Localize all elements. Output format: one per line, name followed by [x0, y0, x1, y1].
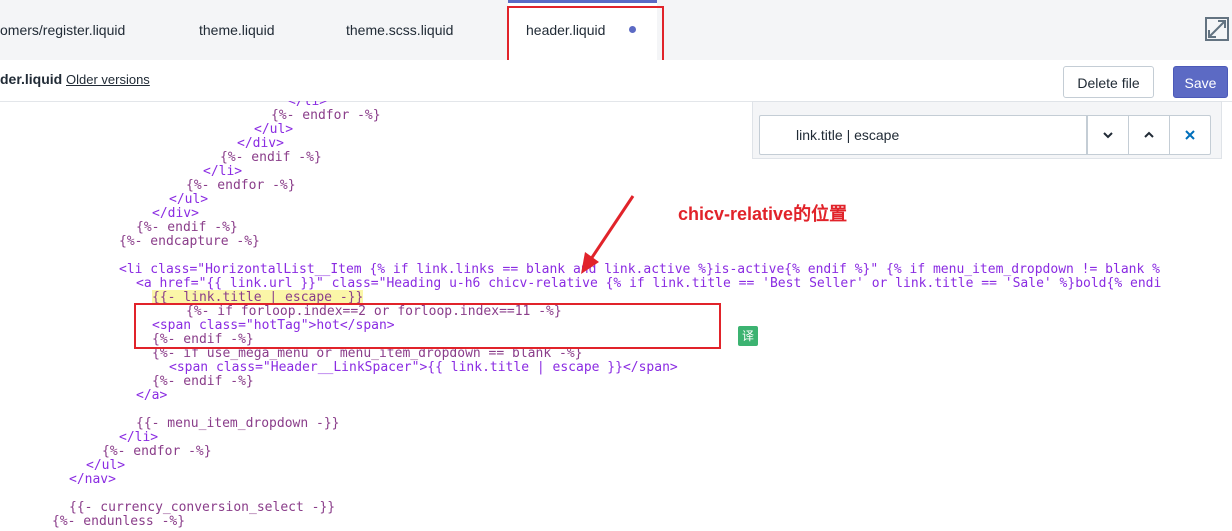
code-line: {%- endif -%}: [152, 374, 254, 389]
find-next-button[interactable]: [1087, 115, 1129, 155]
code-line: </ul>: [86, 458, 126, 473]
code-line: <span class="Header__LinkSpacer">{{ link…: [169, 360, 678, 375]
code-line: <a href="{{ link.url }}" class="Heading …: [136, 276, 1162, 291]
code-line: {%- endfor -%}: [102, 444, 212, 459]
code-line: {%- if use_mega_menu or menu_item_dropdo…: [152, 346, 583, 361]
chevron-up-icon: [1144, 131, 1154, 138]
save-button[interactable]: Save: [1173, 66, 1228, 98]
tab-register-liquid[interactable]: omers/register.liquid: [0, 0, 125, 60]
expand-icon[interactable]: [1205, 17, 1229, 41]
code-line: </div>: [237, 136, 284, 151]
file-toolbar: [0, 60, 1232, 102]
code-line: </li>: [119, 430, 159, 445]
code-line: </div>: [152, 206, 199, 221]
code-line: </ul>: [169, 192, 209, 207]
code-line: </li>: [203, 164, 243, 179]
find-panel: link.title | escape: [752, 101, 1222, 159]
code-line: {%- endfor -%}: [186, 178, 296, 193]
code-line: </a>: [136, 388, 168, 403]
annotation-arrow-icon: [581, 195, 635, 274]
tab-theme-scss-liquid[interactable]: theme.scss.liquid: [346, 0, 453, 60]
code-line: {%- endunless -%}: [52, 514, 186, 529]
search-input[interactable]: link.title | escape: [759, 115, 1087, 155]
close-find-button[interactable]: [1169, 115, 1211, 155]
older-versions-link[interactable]: Older versions: [66, 72, 150, 87]
translate-badge[interactable]: 译: [738, 326, 758, 346]
chevron-down-icon: [1103, 132, 1113, 139]
delete-file-button[interactable]: Delete file: [1063, 66, 1154, 98]
code-line: </nav>: [69, 472, 116, 487]
code-line: {%- endif -%}: [136, 220, 238, 235]
file-name: der.liquid: [0, 71, 63, 87]
code-line: </ul>: [254, 122, 294, 137]
code-line: {%- endcapture -%}: [119, 234, 260, 249]
annotation-label: chicv-relative的位置: [678, 204, 848, 224]
active-tab-indicator: [508, 0, 657, 3]
tab-theme-liquid[interactable]: theme.liquid: [199, 0, 275, 60]
code-highlight-box: [134, 303, 721, 349]
code-line: {{- menu_item_dropdown -}}: [136, 416, 340, 431]
tab-highlight-box: [507, 6, 664, 66]
close-icon: [1185, 130, 1195, 140]
code-line: {%- endif -%}: [220, 150, 322, 165]
find-previous-button[interactable]: [1128, 115, 1170, 155]
code-line: {{- currency_conversion_select -}}: [69, 500, 336, 515]
code-line: {%- endfor -%}: [271, 108, 381, 123]
